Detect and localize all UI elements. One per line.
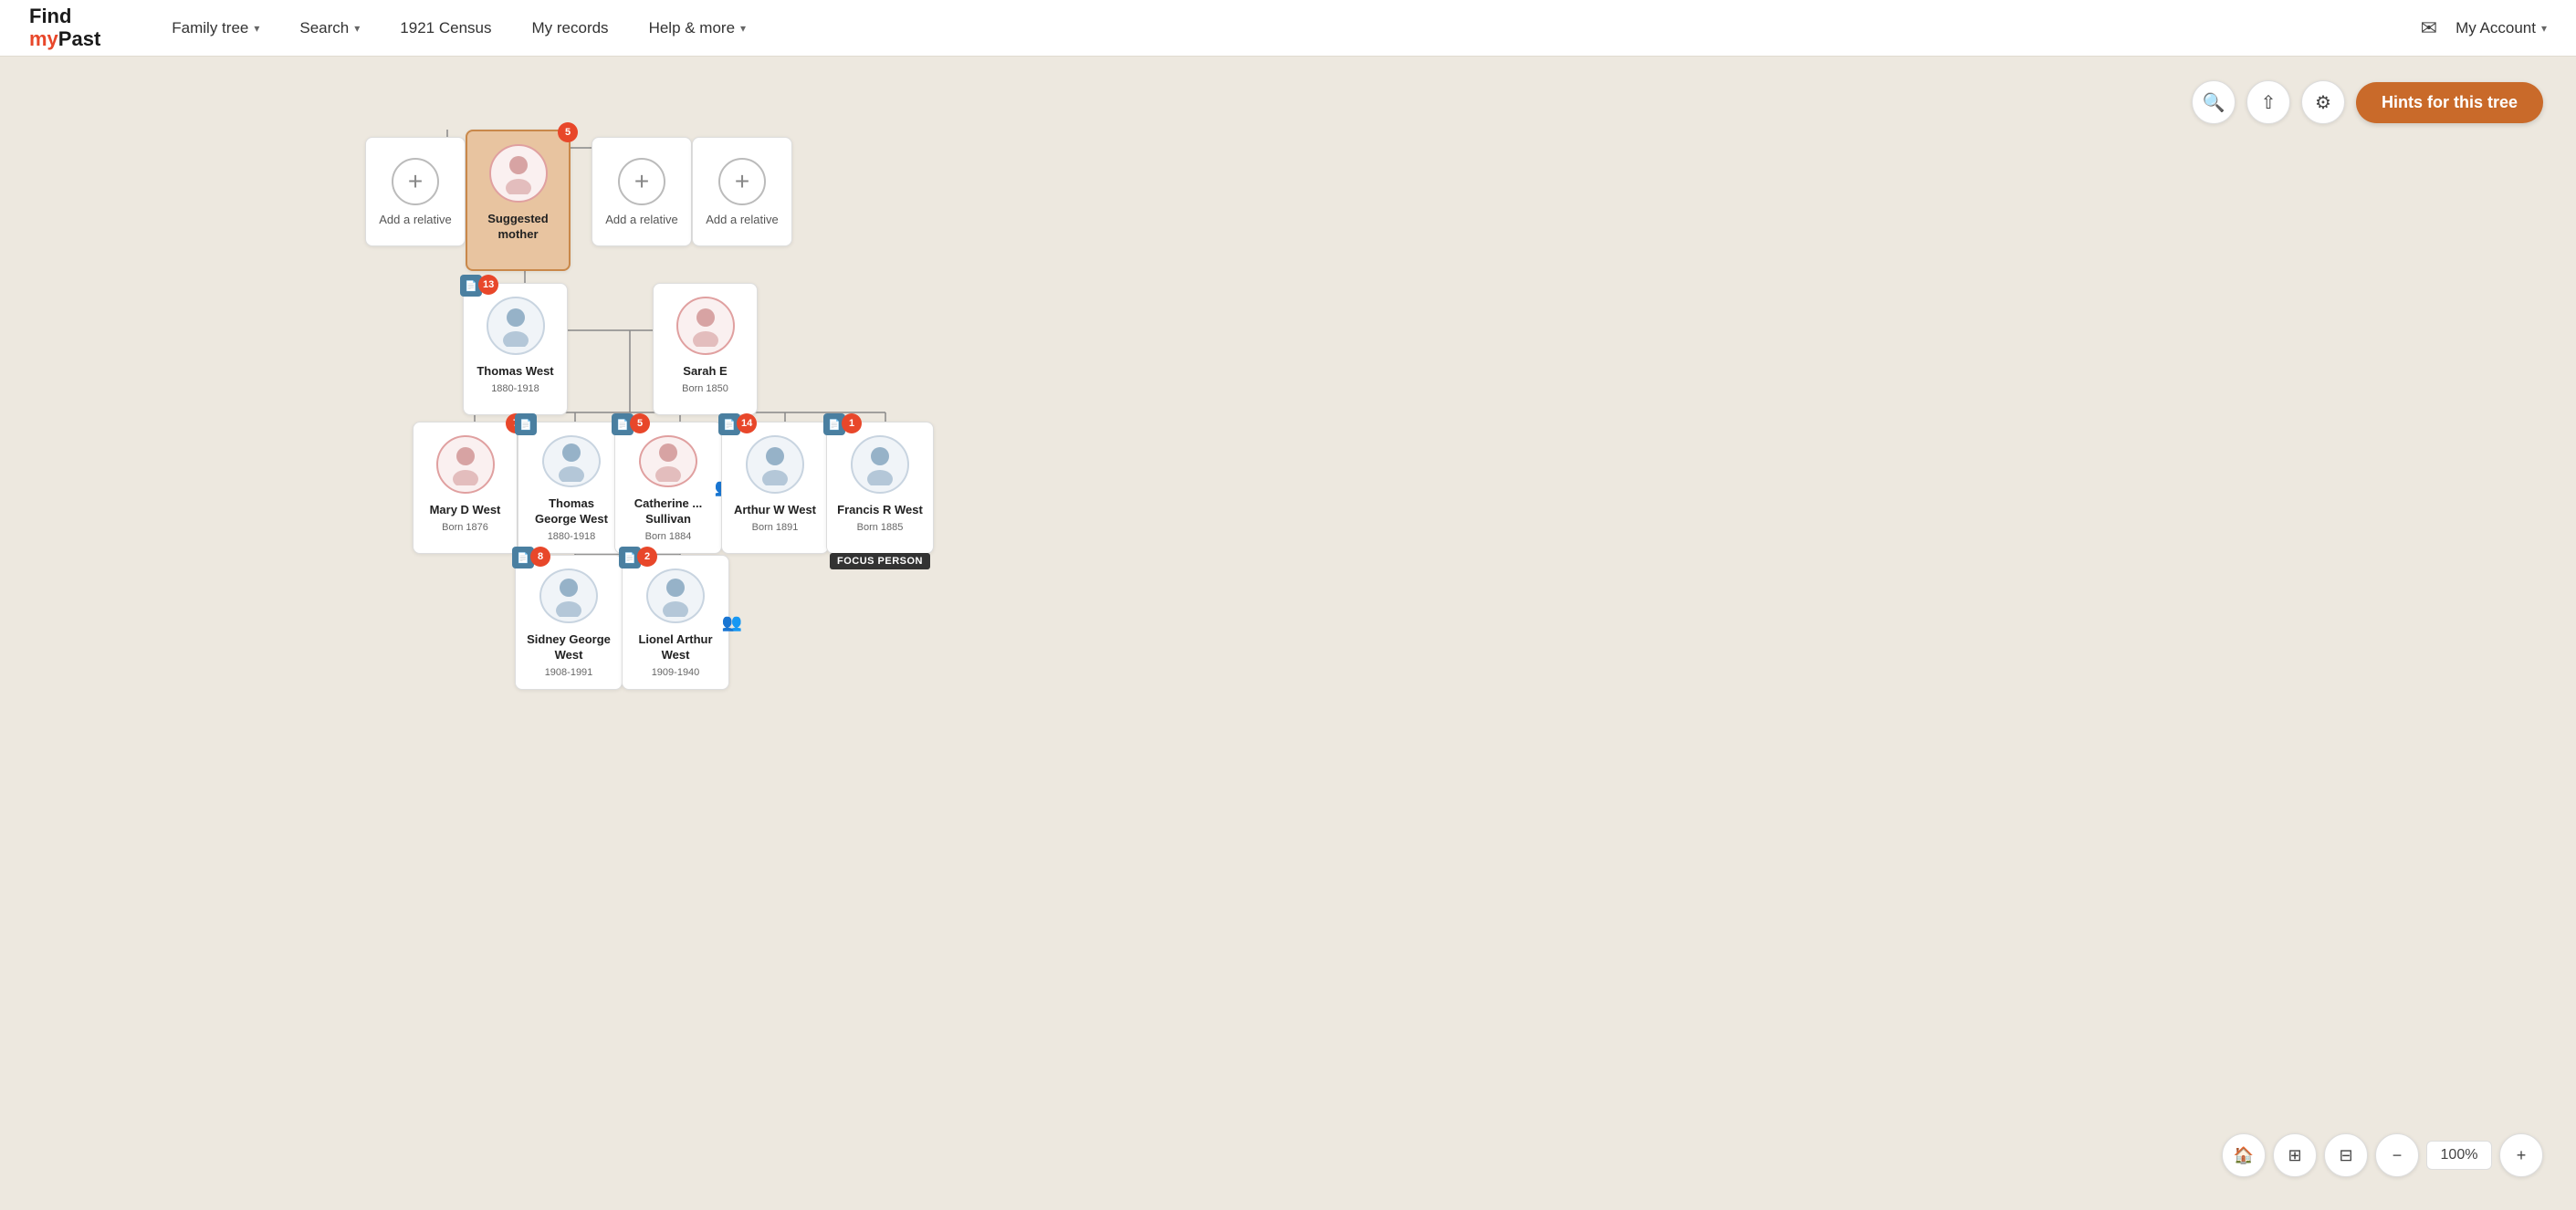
- francis-name: Francis R West: [837, 503, 923, 518]
- thomas-george-dates: 1880-1918: [548, 531, 596, 542]
- zoom-in-button[interactable]: +: [2499, 1133, 2543, 1177]
- home-button[interactable]: 🏠: [2222, 1133, 2266, 1177]
- catherine-badge: 5: [630, 413, 650, 433]
- account-arrow: ▾: [2541, 22, 2547, 35]
- add-label: Add a relative: [605, 213, 678, 226]
- arthur-avatar: [746, 435, 804, 494]
- zoom-out-button[interactable]: −: [2375, 1133, 2419, 1177]
- catherine-sullivan-card[interactable]: 📄 5 Catherine ... Sullivan Born 1884 👥: [614, 422, 722, 554]
- thomas-west-card[interactable]: 📄 13 Thomas West 1880-1918: [463, 283, 568, 415]
- logo-text: FindmyPast: [29, 5, 100, 49]
- family-tree-arrow: ▾: [254, 22, 259, 35]
- add-label: Add a relative: [379, 213, 452, 226]
- add-circle-icon: +: [618, 158, 665, 205]
- thomas-west-dates: 1880-1918: [491, 383, 539, 394]
- sidney-dates: 1908-1991: [545, 667, 593, 678]
- zoom-level-display: 100%: [2426, 1141, 2492, 1170]
- francis-dates: Born 1885: [857, 522, 904, 533]
- nav-census[interactable]: 1921 Census: [383, 12, 508, 45]
- nav-help[interactable]: Help & more ▾: [633, 12, 763, 45]
- nav-right: ✉ My Account ▾: [2421, 16, 2547, 40]
- suggested-mother-badge: 5: [558, 122, 578, 142]
- thomas-george-avatar: [542, 435, 601, 487]
- arthur-name: Arthur W West: [734, 503, 816, 518]
- lionel-couple-add-icon[interactable]: 👥: [719, 610, 745, 635]
- suggested-mother-name: Suggested mother: [476, 212, 560, 243]
- account-button[interactable]: My Account ▾: [2456, 19, 2547, 37]
- lionel-arthur-west-card[interactable]: 📄 2 Lionel Arthur West 1909-1940 👥: [622, 555, 729, 690]
- sidney-avatar: [539, 568, 598, 623]
- catherine-avatar: [639, 435, 697, 487]
- sidney-name: Sidney George West: [525, 632, 613, 663]
- thomas-west-badge: 13: [478, 275, 498, 295]
- francis-avatar: [851, 435, 909, 494]
- mail-icon[interactable]: ✉: [2421, 16, 2437, 40]
- nav-search[interactable]: Search ▾: [283, 12, 376, 45]
- add-paternal-grandfather[interactable]: + Add a relative: [365, 137, 466, 246]
- sidney-george-west-card[interactable]: 📄 8 Sidney George West 1908-1991: [515, 555, 623, 690]
- arthur-w-west-card[interactable]: 📄 14 Arthur W West Born 1891: [721, 422, 829, 554]
- collapse-button[interactable]: ⊞: [2273, 1133, 2317, 1177]
- expand-button[interactable]: ⊟: [2324, 1133, 2368, 1177]
- arthur-dates: Born 1891: [752, 522, 799, 533]
- logo[interactable]: FindmyPast: [29, 5, 100, 49]
- nav-family-tree[interactable]: Family tree ▾: [155, 12, 276, 45]
- suggested-mother-card[interactable]: 5 Suggested mother: [466, 130, 571, 271]
- thomas-george-doc-badge: 📄: [515, 413, 537, 435]
- thomas-west-name: Thomas West: [476, 364, 553, 380]
- suggested-mother-avatar: [489, 144, 548, 203]
- mary-d-avatar: [436, 435, 495, 494]
- lionel-avatar: [646, 568, 705, 623]
- thomas-george-west-card[interactable]: 📄 Thomas George West 1880-1918: [518, 422, 625, 554]
- sarah-e-dates: Born 1850: [682, 383, 728, 394]
- arthur-badge: 14: [737, 413, 757, 433]
- logo-accent: my: [29, 27, 58, 50]
- sarah-e-card[interactable]: Sarah E Born 1850: [653, 283, 758, 415]
- search-arrow: ▾: [354, 22, 360, 35]
- add-maternal-grandfather[interactable]: + Add a relative: [692, 137, 792, 246]
- mary-d-west-card[interactable]: 7 Mary D West Born 1876: [413, 422, 518, 554]
- francis-badge: 1: [842, 413, 862, 433]
- lionel-badge: 2: [637, 547, 657, 567]
- mary-d-dates: Born 1876: [442, 522, 488, 533]
- catherine-dates: Born 1884: [645, 531, 692, 542]
- navbar: FindmyPast Family tree ▾ Search ▾ 1921 C…: [0, 0, 2576, 57]
- thomas-george-name: Thomas George West: [528, 496, 615, 527]
- add-label: Add a relative: [706, 213, 779, 226]
- add-circle-icon: +: [392, 158, 439, 205]
- nav-records[interactable]: My records: [515, 12, 624, 45]
- lionel-name: Lionel Arthur West: [632, 632, 719, 663]
- help-arrow: ▾: [740, 22, 746, 35]
- sarah-e-avatar: [676, 297, 735, 355]
- catherine-name: Catherine ... Sullivan: [624, 496, 712, 527]
- thomas-west-avatar: [487, 297, 545, 355]
- tree-canvas: 🔍 ⇧ ⚙ Hints for this tree: [0, 57, 2576, 1210]
- add-paternal-grandmother[interactable]: + Add a relative: [592, 137, 692, 246]
- francis-r-west-card[interactable]: 📄 1 Francis R West Born 1885 FOCUS PERSO…: [826, 422, 934, 554]
- sidney-badge: 8: [530, 547, 550, 567]
- nav-items: Family tree ▾ Search ▾ 1921 Census My re…: [155, 12, 2420, 45]
- zoom-controls: 🏠 ⊞ ⊟ − 100% +: [2222, 1133, 2543, 1177]
- add-circle-icon: +: [718, 158, 766, 205]
- sarah-e-name: Sarah E: [683, 364, 727, 380]
- lionel-dates: 1909-1940: [652, 667, 700, 678]
- mary-d-name: Mary D West: [430, 503, 501, 518]
- focus-person-label: FOCUS PERSON: [830, 553, 930, 569]
